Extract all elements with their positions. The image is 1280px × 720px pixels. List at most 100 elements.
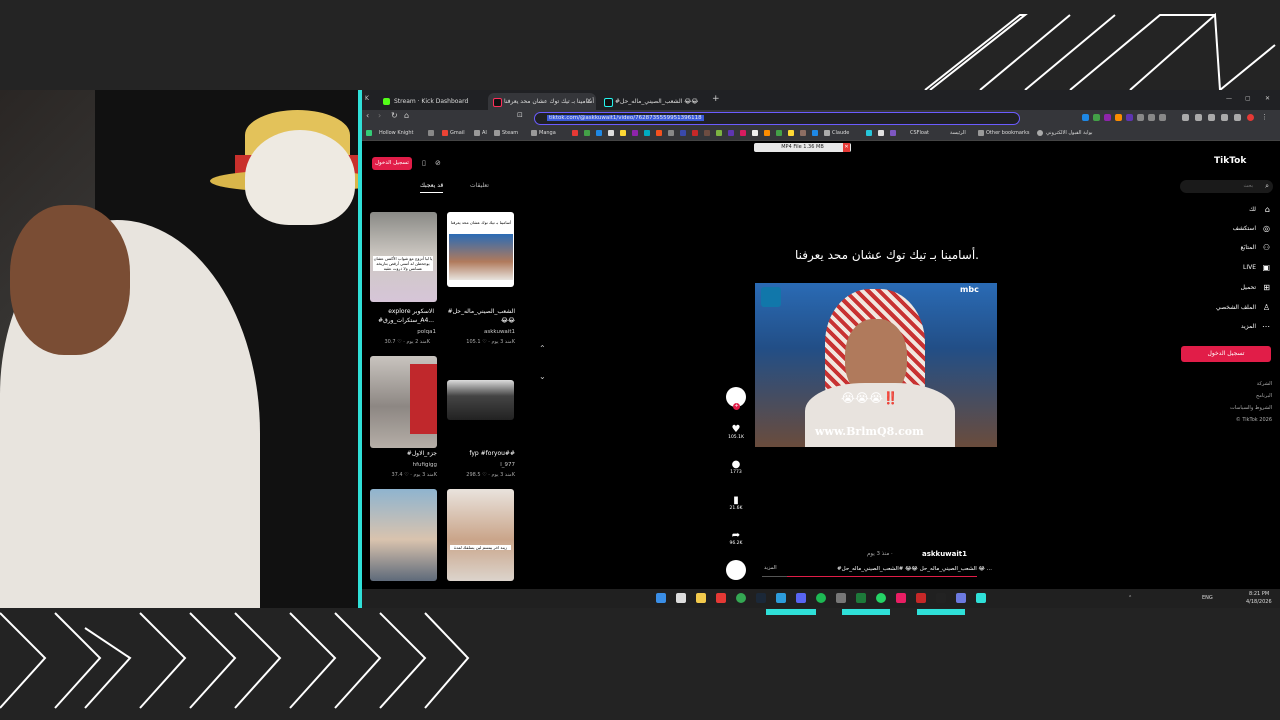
file-explorer-icon[interactable] <box>696 593 706 603</box>
back-icon[interactable]: ‹ <box>366 111 369 120</box>
app-icon[interactable] <box>856 593 866 603</box>
home-icon[interactable]: ⌂ <box>404 111 409 120</box>
bookmark-favicon[interactable] <box>632 130 638 136</box>
next-video-icon[interactable]: ⌄ <box>539 372 546 381</box>
nav-more[interactable]: المزيد ⋯ <box>1180 322 1270 331</box>
settings-icon[interactable]: ⊘ <box>435 159 441 167</box>
extension-icon[interactable] <box>1159 114 1166 121</box>
search-input[interactable]: بحث ⌕ <box>1180 180 1273 193</box>
close-window-button[interactable]: ✕ <box>1265 95 1270 102</box>
bookmark-favicon[interactable] <box>704 130 710 136</box>
tab-kick[interactable]: Stream · Kick Dashboard <box>378 93 486 110</box>
tab-tiktok-active[interactable]: أسامينا بـ تيك توك عشان محد يعرفنا ✕ <box>488 93 596 110</box>
url-input[interactable]: tiktok.com/@askkuwait1/video/76287355599… <box>534 112 1020 125</box>
bookmark-favicon[interactable] <box>878 130 884 136</box>
app-icon[interactable] <box>716 593 726 603</box>
extension-icon[interactable] <box>1148 114 1155 121</box>
clock-time[interactable]: 8:21 PM <box>1249 591 1269 597</box>
extension-icon[interactable] <box>1082 114 1089 121</box>
minimize-button[interactable]: — <box>1226 95 1232 102</box>
bookmark-favicon[interactable] <box>866 130 872 136</box>
previous-video-icon[interactable]: ⌃ <box>539 344 546 353</box>
thumbnail-caption[interactable]: fyp #foryou## <box>443 450 515 457</box>
footer-link[interactable]: الشركة <box>1222 381 1272 387</box>
extension-icon[interactable] <box>1208 114 1215 121</box>
thumbnail-author[interactable]: hfufigigg <box>365 462 437 468</box>
tray-chevron-icon[interactable]: ⌃ <box>1128 595 1132 601</box>
spotify-icon[interactable] <box>816 593 826 603</box>
more-link[interactable]: المزيد <box>764 565 777 571</box>
app-icon[interactable] <box>956 593 966 603</box>
author-avatar[interactable]: + <box>726 387 746 410</box>
bookmark-favicon[interactable] <box>668 130 674 136</box>
footer-link[interactable]: البرنامج <box>1222 393 1272 399</box>
tab-comments[interactable]: تعليقات <box>470 182 489 189</box>
thumbnail-author[interactable]: askkuwait1 <box>443 329 515 335</box>
extension-icon[interactable] <box>1126 114 1133 121</box>
tab-menu-icon[interactable]: K <box>365 95 369 102</box>
bookmark-favicon[interactable] <box>764 130 770 136</box>
video-thumbnail[interactable]: أسامينا بـ تيك توك عشان محد يعرفنا <box>447 212 514 287</box>
discord-icon[interactable] <box>796 593 806 603</box>
app-icon[interactable] <box>776 593 786 603</box>
bookmark-favicon[interactable] <box>812 130 818 136</box>
extension-icon[interactable] <box>1182 114 1189 121</box>
extension-icon[interactable] <box>1221 114 1228 121</box>
extension-icon[interactable] <box>1093 114 1100 121</box>
bookmark-claude[interactable]: Claude <box>832 128 849 139</box>
app-icon[interactable] <box>896 593 906 603</box>
maximize-button[interactable]: ▢ <box>1245 95 1251 102</box>
nav-for-you[interactable]: لك ⌂ <box>1180 205 1270 214</box>
phone-icon[interactable]: ▯ <box>422 159 426 167</box>
bookmark-favicon[interactable] <box>776 130 782 136</box>
video-player[interactable]: mbc 😭😭😭‼️ www.BrlmQ8.com <box>755 283 997 447</box>
follow-icon[interactable]: + <box>733 403 740 410</box>
app-icon[interactable] <box>676 593 686 603</box>
bookmark-favicon[interactable] <box>692 130 698 136</box>
profile-avatar[interactable] <box>1247 114 1254 121</box>
login-button-sidebar[interactable]: تسجيل الدخول <box>1181 346 1271 362</box>
login-button[interactable]: تسجيل الدخول <box>372 157 412 170</box>
app-icon[interactable] <box>976 593 986 603</box>
comment-button[interactable]: ● 1773 <box>721 459 751 475</box>
reload-icon[interactable]: ↻ <box>391 111 398 120</box>
tiktok-logo[interactable]: TikTok <box>1214 156 1246 166</box>
apps-icon[interactable] <box>428 130 434 136</box>
bookmark-favicon[interactable] <box>728 130 734 136</box>
description-author[interactable]: askkuwait1 <box>922 550 967 558</box>
nav-upload[interactable]: تحميل ⊞ <box>1180 283 1270 292</box>
steam-icon[interactable] <box>756 593 766 603</box>
nav-following[interactable]: المتابَع ⚇ <box>1180 243 1270 252</box>
bookmark-admission[interactable]: بوابة القبول الالكتروني <box>1046 128 1093 139</box>
start-menu-icon[interactable] <box>656 593 666 603</box>
app-icon[interactable] <box>836 593 846 603</box>
thumbnail-author[interactable]: polqa1 <box>364 329 436 335</box>
new-tab-button[interactable]: + <box>712 94 720 104</box>
close-tab-icon[interactable]: ✕ <box>586 93 592 110</box>
whatsapp-icon[interactable] <box>876 593 886 603</box>
bookmark-favicon[interactable] <box>800 130 806 136</box>
bookmark-csfloat[interactable]: CSFloat <box>910 128 929 139</box>
bookmark-hollow-knight[interactable]: Hollow Knight <box>379 128 413 139</box>
menu-icon[interactable]: ⋮ <box>1261 114 1268 121</box>
video-thumbnail[interactable]: يا لبا أتزوج مع شواب الأكتس عشان يوجحطن … <box>370 212 437 302</box>
bookmark-home-ar[interactable]: الرئيسة <box>950 128 966 139</box>
extension-icon[interactable] <box>1137 114 1144 121</box>
share-button[interactable]: ➦ 96.2K <box>721 530 751 546</box>
bookmark-favicon[interactable] <box>824 130 830 136</box>
bookmark-gmail[interactable]: Gmail <box>450 128 465 139</box>
nav-profile[interactable]: الملف الشخصي ♙ <box>1180 303 1270 312</box>
music-disc-icon[interactable] <box>726 560 746 580</box>
thumbnail-author[interactable]: l_977 <box>443 462 515 468</box>
bookmark-favicon[interactable] <box>620 130 626 136</box>
bookmark-favicon[interactable] <box>584 130 590 136</box>
extension-icon[interactable] <box>1195 114 1202 121</box>
nav-explore[interactable]: استكشف ◎ <box>1180 224 1270 233</box>
thumbnail-caption[interactable]: explore الاسكوبر <box>362 308 434 315</box>
close-icon[interactable]: ✕ <box>843 143 850 152</box>
chrome-icon[interactable] <box>736 593 746 603</box>
language-indicator[interactable]: ENG <box>1202 595 1213 601</box>
bookmark-icon[interactable]: ⊡ <box>517 111 523 119</box>
app-icon[interactable] <box>916 593 926 603</box>
bookmark-steam[interactable]: Steam <box>502 128 518 139</box>
